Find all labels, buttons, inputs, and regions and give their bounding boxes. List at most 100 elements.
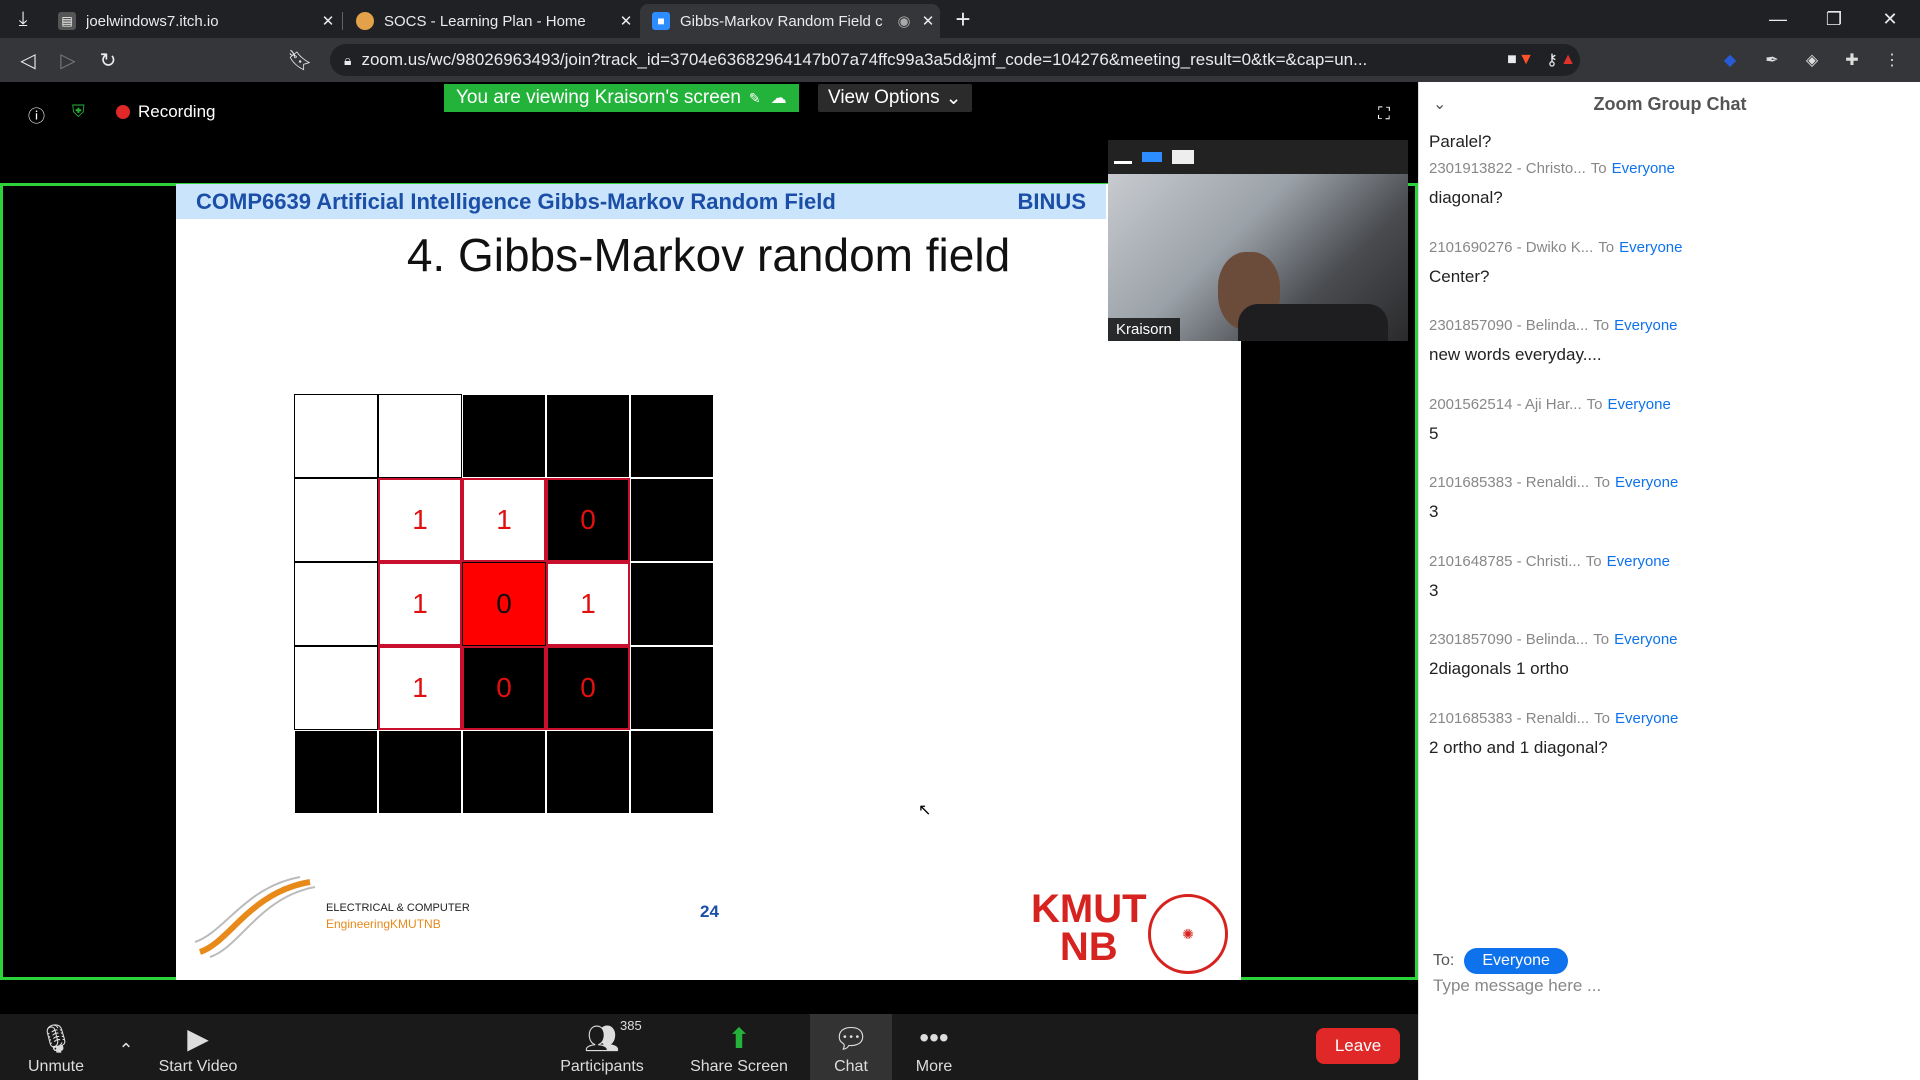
grid-cell bbox=[462, 394, 546, 478]
chat-title: Zoom Group Chat bbox=[1593, 94, 1747, 114]
ece-logo-swoosh-icon bbox=[194, 876, 316, 958]
slide-page-number: 24 bbox=[700, 902, 719, 921]
extension-feather-icon[interactable]: ✒ bbox=[1760, 48, 1784, 72]
chat-input[interactable]: Type message here ... bbox=[1433, 976, 1601, 996]
recording-indicator: Recording bbox=[116, 102, 216, 122]
chat-message-text: diagonal? bbox=[1429, 188, 1503, 207]
info-icon[interactable]: ⓘ bbox=[28, 102, 45, 127]
back-icon[interactable]: ◁ bbox=[10, 42, 46, 78]
to-word: To bbox=[1594, 710, 1610, 727]
tab-label: Gibbs-Markov Random Field c bbox=[680, 12, 883, 30]
meeting-area: ⓘ ⛨ Recording You are viewing Kraisorn's… bbox=[0, 82, 1418, 1014]
recipient-everyone: Everyone bbox=[1614, 710, 1679, 727]
tab-gibbs-markov[interactable]: ■ Gibbs-Markov Random Field c ◉ ✕ bbox=[640, 4, 940, 38]
leave-button[interactable]: Leave bbox=[1316, 1028, 1400, 1064]
itch-favicon-icon: ▤ bbox=[58, 12, 76, 30]
restore-icon[interactable]: ❐ bbox=[1806, 0, 1862, 38]
grid-cell bbox=[630, 646, 714, 730]
to-word: To bbox=[1590, 160, 1607, 177]
more-button[interactable]: ••• More bbox=[904, 1014, 964, 1080]
recipient-everyone: Everyone bbox=[1614, 631, 1678, 648]
brave-icon[interactable]: ▼ bbox=[1514, 48, 1538, 72]
grid-cell bbox=[378, 730, 462, 814]
sender-name: 2001562514 - Aji Har... bbox=[1429, 396, 1582, 413]
grid-cell: 1 bbox=[462, 478, 546, 562]
window-close-icon[interactable]: ✕ bbox=[1862, 0, 1918, 38]
tab-joelwindows[interactable]: ▤ joelwindows7.itch.io ✕ bbox=[46, 4, 340, 38]
extensions-puzzle-icon[interactable]: ✚ bbox=[1840, 48, 1864, 72]
lock-icon: 🔒︎ bbox=[344, 51, 352, 68]
recipient-dropdown[interactable]: Everyone bbox=[1464, 948, 1568, 974]
chat-message-text: 2diagonals 1 ortho bbox=[1429, 659, 1569, 678]
grid-cell: 1 bbox=[378, 478, 462, 562]
chat-message-sender: 2101648785 - Christi... To Everyone bbox=[1429, 553, 1670, 570]
participants-icon: 👥︎ bbox=[584, 1023, 620, 1054]
audio-playing-icon[interactable]: ◉ bbox=[892, 12, 916, 30]
sender-name: 2101685383 - Renaldi... bbox=[1429, 710, 1590, 727]
more-label: More bbox=[915, 1058, 953, 1075]
view-options-label: View Options bbox=[828, 87, 940, 108]
new-tab-icon[interactable]: + bbox=[940, 0, 986, 38]
slide: COMP6639 Artificial Intelligence Gibbs-M… bbox=[176, 184, 1241, 980]
grid-cell: 1 bbox=[378, 562, 462, 646]
close-icon[interactable]: ✕ bbox=[916, 12, 940, 30]
bookmark-icon[interactable]: 🔖︎ bbox=[282, 42, 318, 78]
download-icon[interactable]: ⤓ bbox=[0, 0, 46, 38]
grid-cell: 1 bbox=[378, 646, 462, 730]
grid-cell: 0 bbox=[546, 478, 630, 562]
kmutnb-line2: NB bbox=[1059, 925, 1118, 969]
unmute-label: Unmute bbox=[27, 1058, 85, 1075]
grid-cell bbox=[294, 562, 378, 646]
view-options-button[interactable]: View Options ⌄ bbox=[818, 84, 972, 112]
audio-options-button[interactable]: ⌃ bbox=[112, 1014, 140, 1080]
slide-title: 4. Gibbs-Markov random field bbox=[406, 229, 1011, 281]
chat-message-text: Center? bbox=[1429, 267, 1490, 286]
grid-cell bbox=[294, 478, 378, 562]
tab-socs[interactable]: SOCS - Learning Plan - Home ✕ bbox=[344, 4, 638, 38]
close-icon[interactable]: ✕ bbox=[614, 12, 638, 30]
grid-cell: 1 bbox=[546, 562, 630, 646]
grid-cell bbox=[378, 394, 462, 478]
ece-kmutnb-logo: ELECTRICAL & COMPUTER EngineeringKMUTNB bbox=[190, 872, 470, 962]
address-bar[interactable]: 🔒︎ zoom.us/wc/98026963493/join?track_id=… bbox=[330, 44, 1580, 76]
brave-rewards-icon[interactable]: ▲ bbox=[1556, 48, 1580, 72]
grid-cell bbox=[630, 730, 714, 814]
meeting-toolbar: 🎙︎ Unmute ⌃ ▶︎ Start Video 👥︎ Participan… bbox=[0, 1014, 1418, 1080]
grid-cell: 0 bbox=[462, 562, 546, 646]
tab-label: joelwindows7.itch.io bbox=[86, 12, 219, 30]
extension-lightbulb-icon[interactable]: ◈ bbox=[1800, 48, 1824, 72]
recipient-everyone: Everyone bbox=[1611, 160, 1675, 177]
share-screen-button[interactable]: ⬆ Share Screen bbox=[686, 1014, 792, 1080]
chat-button[interactable]: 💬︎ Chat bbox=[810, 1014, 892, 1080]
logo-left-line1: ELECTRICAL & COMPUTER bbox=[326, 902, 470, 914]
chat-message-sender: 2301913822 - Christo... To Everyone bbox=[1429, 160, 1675, 177]
slide-header-course: COMP6639 Artificial Intelligence Gibbs-M… bbox=[196, 188, 836, 214]
menu-icon[interactable]: ⋮ bbox=[1880, 48, 1904, 72]
grid-cell: 0 bbox=[462, 646, 546, 730]
start-video-button[interactable]: ▶︎ Start Video bbox=[156, 1014, 240, 1080]
unmute-button[interactable]: 🎙︎ Unmute bbox=[18, 1014, 94, 1080]
video-tile[interactable]: Kraisorn bbox=[1108, 140, 1408, 341]
gallery-view-icon[interactable] bbox=[1172, 150, 1194, 164]
recipient-everyone: Everyone bbox=[1619, 239, 1683, 256]
grid-cell bbox=[546, 394, 630, 478]
security-shield-icon[interactable]: ⛨ bbox=[72, 102, 85, 122]
minimize-icon[interactable]: — bbox=[1750, 0, 1806, 38]
recipient-everyone: Everyone bbox=[1614, 317, 1678, 334]
chat-message-sender: 2101690276 - Dwiko K... To Everyone bbox=[1429, 239, 1683, 256]
reload-icon[interactable]: ↻ bbox=[90, 42, 126, 78]
minimize-video-icon[interactable] bbox=[1114, 160, 1132, 164]
to-word: To bbox=[1585, 553, 1602, 570]
cloud-icon: ☁ bbox=[770, 90, 787, 107]
close-icon[interactable]: ✕ bbox=[316, 12, 340, 30]
shield-extension-icon[interactable]: ◆ bbox=[1718, 48, 1742, 72]
chat-message-text: Paralel? bbox=[1429, 132, 1492, 151]
video-feed: Kraisorn bbox=[1108, 174, 1408, 341]
fullscreen-icon[interactable]: ⛶ bbox=[1378, 104, 1390, 124]
viewing-banner: You are viewing Kraisorn's screen ✎ ☁ bbox=[444, 84, 799, 112]
chat-message-sender: 2101685383 - Renaldi... To Everyone bbox=[1429, 710, 1678, 727]
sender-name: 2301913822 - Christo... bbox=[1429, 160, 1586, 177]
forward-icon[interactable]: ▷ bbox=[50, 42, 86, 78]
chat-message-text: new words everyday.... bbox=[1429, 345, 1602, 364]
speaker-view-icon[interactable] bbox=[1142, 152, 1162, 162]
